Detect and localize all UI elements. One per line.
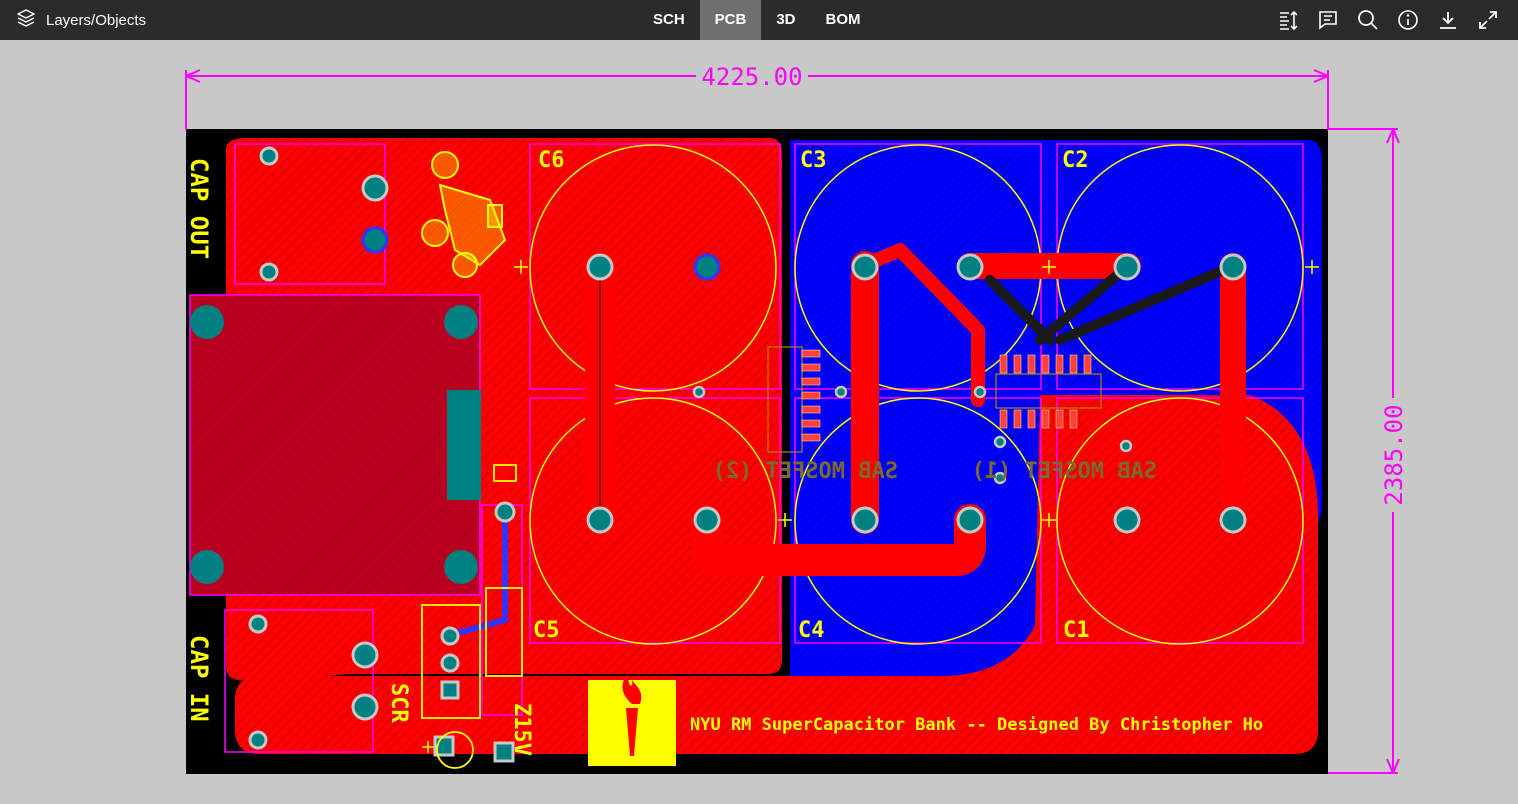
layers-objects-button[interactable]: Layers/Objects <box>16 0 146 40</box>
label-credit: NYU RM SuperCapacitor Bank -- Designed B… <box>690 715 1263 735</box>
label-cap-in: CAP IN <box>185 635 213 722</box>
tab-pcb[interactable]: PCB <box>699 0 762 40</box>
label-zener: Z15V <box>509 703 534 756</box>
layers-icon <box>16 8 36 33</box>
label-scr: SCR <box>386 683 411 723</box>
label-c1: C1 <box>1063 618 1090 643</box>
toolbar-tools <box>1268 0 1508 40</box>
label-c3: C3 <box>800 148 827 173</box>
label-c6: C6 <box>538 148 565 173</box>
pcb-canvas[interactable]: CAP OUT CAP IN C6 C5 C3 C4 C2 C1 SCR Z15… <box>0 40 1518 804</box>
height-sort-icon[interactable] <box>1268 0 1308 40</box>
dimension-width: 4225.00 <box>701 63 802 91</box>
fullscreen-icon[interactable] <box>1468 0 1508 40</box>
label-c4: C4 <box>798 618 825 643</box>
label-mosfet-2: SAB MOSFET (2) <box>713 459 898 484</box>
comment-icon[interactable] <box>1308 0 1348 40</box>
tab-3d[interactable]: 3D <box>761 0 810 40</box>
tab-sch[interactable]: SCH <box>638 0 700 40</box>
dimension-height: 2385.00 <box>1380 404 1408 505</box>
view-tabs: SCH PCB 3D BOM <box>638 0 876 40</box>
top-toolbar: Layers/Objects SCH PCB 3D BOM <box>0 0 1518 40</box>
label-mosfet-1: SAB MOSFET (1) <box>972 459 1157 484</box>
download-icon[interactable] <box>1428 0 1468 40</box>
tab-bom[interactable]: BOM <box>811 0 876 40</box>
label-c5: C5 <box>533 618 560 643</box>
regulator-pad <box>447 390 481 500</box>
pcb-view: CAP OUT CAP IN C6 C5 C3 C4 C2 C1 SCR Z15… <box>185 63 1408 774</box>
layers-objects-label: Layers/Objects <box>46 11 147 29</box>
label-c2: C2 <box>1062 148 1089 173</box>
label-cap-out: CAP OUT <box>185 158 213 259</box>
info-icon[interactable] <box>1388 0 1428 40</box>
search-icon[interactable] <box>1348 0 1388 40</box>
